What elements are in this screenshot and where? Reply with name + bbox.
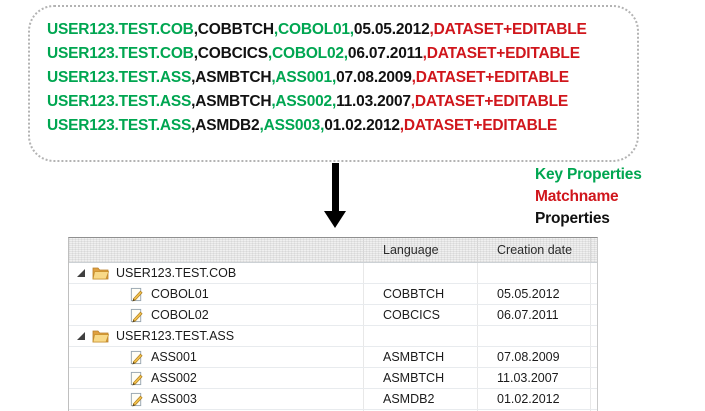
csv-record-line: USER123.TEST.COB,COBBTCH,COBOL01,05.05.2… (47, 18, 637, 42)
table-row-group[interactable]: USER123.TEST.COB (69, 263, 597, 284)
table-row-member[interactable]: ASS001 ASMBTCH 07.08.2009 (69, 347, 597, 368)
matchname: ,DATASET+EDITABLE (412, 69, 569, 86)
editable-member-icon (129, 287, 144, 302)
dataset-key: USER123.TEST.ASS (47, 69, 191, 86)
down-arrow-icon (332, 163, 339, 212)
dataset-key: USER123.TEST.COB (47, 45, 194, 62)
creation-date-cell (478, 326, 591, 346)
dataset-key: USER123.TEST.ASS (47, 117, 191, 134)
csv-record-line: USER123.TEST.ASS,ASMDB2,ASS003,01.02.201… (47, 114, 637, 138)
date-prop: 01.02.2012 (324, 117, 400, 134)
dataset-key: USER123.TEST.COB (47, 21, 194, 38)
expanded-arrow-icon[interactable] (77, 269, 85, 277)
color-legend: Key Properties Matchname Properties (535, 164, 642, 230)
creation-date-cell: 11.03.2007 (478, 368, 591, 388)
matchname: ,DATASET+EDITABLE (400, 117, 557, 134)
csv-records-box: USER123.TEST.COB,COBBTCH,COBOL01,05.05.2… (28, 5, 639, 162)
legend-properties: Properties (535, 208, 642, 230)
date-prop: 06.07.2011 (348, 45, 423, 62)
matchname: ,DATASET+EDITABLE (423, 45, 580, 62)
column-header-tree[interactable] (69, 238, 364, 262)
matchname: ,DATASET+EDITABLE (411, 93, 568, 110)
language-prop: ,ASMDB2 (191, 117, 259, 134)
member-key: ,COBOL01, (274, 21, 354, 38)
member-name[interactable]: COBOL02 (151, 308, 209, 322)
table-row-member[interactable]: COBOL02 COBCICS 06.07.2011 (69, 305, 597, 326)
csv-record-line: USER123.TEST.COB,COBCICS,COBOL02,06.07.2… (47, 42, 637, 66)
creation-date-cell: 01.02.2012 (478, 389, 591, 409)
language-cell: ASMBTCH (364, 347, 478, 367)
language-prop: ,ASMBTCH (191, 69, 271, 86)
down-arrow-head-icon (324, 211, 346, 228)
member-key: ,ASS002, (271, 93, 336, 110)
table-header: Language Creation date (69, 238, 597, 263)
dataset-name[interactable]: USER123.TEST.ASS (116, 329, 234, 343)
creation-date-cell: 07.08.2009 (478, 347, 591, 367)
member-key: ,ASS003, (259, 117, 324, 134)
csv-record-line: USER123.TEST.ASS,ASMBTCH,ASS001,07.08.20… (47, 66, 637, 90)
dataset-name[interactable]: USER123.TEST.COB (116, 266, 236, 280)
column-header-creation-date[interactable]: Creation date (478, 238, 591, 262)
language-cell: COBBTCH (364, 284, 478, 304)
table-row-group[interactable]: USER123.TEST.ASS (69, 326, 597, 347)
language-prop: ,COBCICS (194, 45, 268, 62)
creation-date-cell (478, 263, 591, 283)
member-name[interactable]: COBOL01 (151, 287, 209, 301)
language-cell: ASMDB2 (364, 389, 478, 409)
date-prop: 07.08.2009 (336, 69, 412, 86)
member-name[interactable]: ASS001 (151, 350, 197, 364)
legend-matchname: Matchname (535, 186, 642, 208)
language-cell (364, 263, 478, 283)
expanded-arrow-icon[interactable] (77, 332, 85, 340)
member-key: ,COBOL02, (268, 45, 348, 62)
figure-canvas: USER123.TEST.COB,COBBTCH,COBOL01,05.05.2… (0, 0, 705, 411)
date-prop: 11.03.2007 (336, 93, 411, 110)
legend-key-properties: Key Properties (535, 164, 642, 186)
open-folder-icon (92, 266, 109, 280)
date-prop: 05.05.2012 (354, 21, 430, 38)
members-tree-table[interactable]: Language Creation date USER123.TEST.COB (68, 237, 598, 411)
language-cell: COBCICS (364, 305, 478, 325)
language-prop: ,COBBTCH (194, 21, 274, 38)
language-prop: ,ASMBTCH (191, 93, 271, 110)
editable-member-icon (129, 308, 144, 323)
language-cell (364, 326, 478, 346)
creation-date-cell: 06.07.2011 (478, 305, 591, 325)
member-name[interactable]: ASS002 (151, 371, 197, 385)
creation-date-cell: 05.05.2012 (478, 284, 591, 304)
editable-member-icon (129, 392, 144, 407)
matchname: ,DATASET+EDITABLE (430, 21, 587, 38)
editable-member-icon (129, 371, 144, 386)
editable-member-icon (129, 350, 144, 365)
language-cell: ASMBTCH (364, 368, 478, 388)
column-header-language[interactable]: Language (364, 238, 478, 262)
table-row-member[interactable]: ASS002 ASMBTCH 11.03.2007 (69, 368, 597, 389)
table-row-member[interactable]: COBOL01 COBBTCH 05.05.2012 (69, 284, 597, 305)
open-folder-icon (92, 329, 109, 343)
csv-record-line: USER123.TEST.ASS,ASMBTCH,ASS002,11.03.20… (47, 90, 637, 114)
member-name[interactable]: ASS003 (151, 392, 197, 406)
dataset-key: USER123.TEST.ASS (47, 93, 191, 110)
table-row-member[interactable]: ASS003 ASMDB2 01.02.2012 (69, 389, 597, 410)
member-key: ,ASS001, (271, 69, 336, 86)
